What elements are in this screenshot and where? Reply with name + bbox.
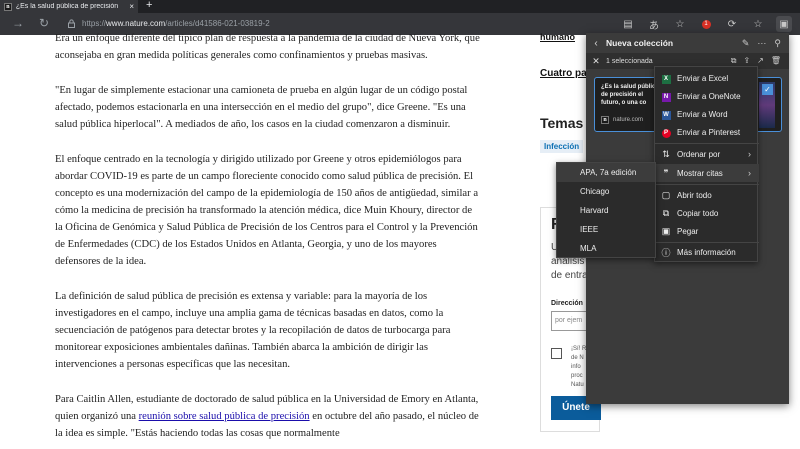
card-source: n nature.com: [601, 116, 643, 124]
chevron-right-icon: ›: [748, 149, 751, 159]
nature-favicon-icon: n: [4, 2, 12, 11]
word-icon: W: [661, 111, 671, 120]
share-icon[interactable]: ⇪: [743, 56, 750, 66]
paragraph-5: Para Caitlin Allen, estudiante de doctor…: [55, 394, 479, 439]
chevron-right-icon: ›: [748, 168, 751, 178]
tab-close-icon[interactable]: ×: [129, 2, 138, 11]
selection-count: 1 seleccionada: [606, 57, 653, 65]
info-icon: ⓘ: [661, 247, 671, 258]
paragraph-2: "En lugar de simplemente estacionar una …: [55, 85, 468, 130]
citation-harvard[interactable]: Harvard: [557, 201, 655, 220]
new-tab-button[interactable]: +: [146, 0, 152, 11]
collections-icon[interactable]: ▣: [776, 16, 792, 32]
citation-ieee[interactable]: IEEE: [557, 220, 655, 239]
favorites-bar-icon[interactable]: ☆: [750, 16, 766, 32]
extension-badge-icon[interactable]: 1: [698, 16, 714, 32]
collections-context-menu: X Enviar a Excel N Enviar a OneNote W En…: [654, 66, 759, 262]
topic-tag[interactable]: Infección: [540, 140, 584, 153]
menu-divider: [655, 143, 759, 144]
back-chevron-icon[interactable]: ‹: [586, 38, 606, 49]
menu-item-send-excel[interactable]: X Enviar a Excel: [655, 69, 759, 87]
open-icon[interactable]: ↗: [757, 56, 764, 66]
related-link-2[interactable]: Cuatro pas: [540, 68, 592, 79]
menu-item-open-all[interactable]: ▢ Abrir todo: [655, 186, 759, 204]
reader-icon[interactable]: ▤: [620, 16, 636, 32]
clear-selection-icon[interactable]: ✕: [586, 56, 606, 67]
paragraph-1: Era un enfoque diferente del típico plan…: [55, 33, 480, 61]
quote-icon: ❞: [663, 167, 669, 178]
delete-icon[interactable]: 🗑: [771, 56, 781, 66]
url-path: /articles/d41586-021-03819-2: [165, 19, 270, 28]
nature-favicon-icon: n: [601, 116, 609, 124]
refresh-icon[interactable]: ↻: [36, 16, 52, 30]
paragraph-4: La definición de salud pública de precis…: [55, 291, 451, 370]
browser-tab[interactable]: n ¿Es la salud pública de precisión ×: [0, 0, 138, 13]
toolbar-icons: ▤ あ ☆ 1 ⟳ ☆ ▣: [620, 16, 792, 32]
collection-title[interactable]: Nueva colección: [606, 38, 673, 48]
sort-icon: ⇅: [662, 148, 670, 159]
paragraph-3: El enfoque centrado en la tecnología y d…: [55, 154, 479, 267]
citation-apa[interactable]: APA, 7a edición: [557, 163, 655, 182]
tab-bar: n ¿Es la salud pública de precisión × +: [0, 0, 800, 13]
onenote-icon: N: [661, 93, 671, 102]
citations-submenu: APA, 7a edición Chicago Harvard IEEE MLA: [556, 162, 656, 258]
menu-item-more-info[interactable]: ⓘ Más información: [655, 243, 759, 261]
excel-icon: X: [661, 75, 671, 84]
pinterest-icon: P: [661, 129, 671, 138]
menu-item-paste[interactable]: ▣ Pegar: [655, 222, 759, 240]
menu-item-show-citations[interactable]: ❞ Mostrar citas ›: [655, 164, 759, 182]
pin-icon[interactable]: ⚲: [774, 38, 781, 49]
copy-all-icon: ⧉: [662, 207, 670, 218]
translate-icon[interactable]: あ: [646, 16, 662, 32]
menu-item-copy-all[interactable]: ⧉ Copiar todo: [655, 204, 759, 222]
menu-item-send-onenote[interactable]: N Enviar a OneNote: [655, 87, 759, 105]
refresh-extension-icon[interactable]: ⟳: [724, 16, 740, 32]
related-link-1[interactable]: humano: [540, 32, 575, 42]
citation-chicago[interactable]: Chicago: [557, 182, 655, 201]
email-label: Dirección: [551, 300, 583, 307]
forward-arrow-icon[interactable]: →: [10, 16, 26, 30]
favorite-icon[interactable]: ☆: [672, 16, 688, 32]
copy-icon[interactable]: ⧉: [731, 56, 737, 66]
menu-divider: [655, 184, 759, 185]
topics-heading: Temas: [540, 115, 584, 131]
consent-checkbox[interactable]: [551, 348, 562, 359]
open-all-icon: ▢: [661, 189, 671, 200]
more-options-icon[interactable]: ···: [757, 38, 766, 49]
article-body: Era un enfoque diferente del típico plan…: [55, 30, 480, 449]
add-note-icon[interactable]: ✎: [742, 38, 750, 49]
paste-icon: ▣: [661, 225, 671, 236]
citation-mla[interactable]: MLA: [557, 239, 655, 258]
collections-header: ‹ Nueva colección ✎ ··· ⚲: [586, 33, 789, 53]
menu-item-send-pinterest[interactable]: P Enviar a Pinterest: [655, 123, 759, 141]
card-title: ¿Es la salud pública de precisión el fut…: [601, 84, 659, 106]
address-bar[interactable]: https://www.nature.com/articles/d41586-0…: [62, 17, 612, 31]
menu-item-send-word[interactable]: W Enviar a Word: [655, 105, 759, 123]
url-host: www.nature.com: [106, 19, 166, 28]
url-prefix: https://: [82, 19, 107, 28]
tab-title: ¿Es la salud pública de precisión: [15, 3, 119, 10]
consent-text: ¡Sí! R de N info proc Natu: [571, 346, 587, 388]
meeting-link[interactable]: reunión sobre salud pública de precisión: [139, 411, 310, 422]
card-checkbox-icon[interactable]: ✓: [762, 84, 773, 95]
menu-item-sort-by[interactable]: ⇅ Ordenar por ›: [655, 145, 759, 163]
